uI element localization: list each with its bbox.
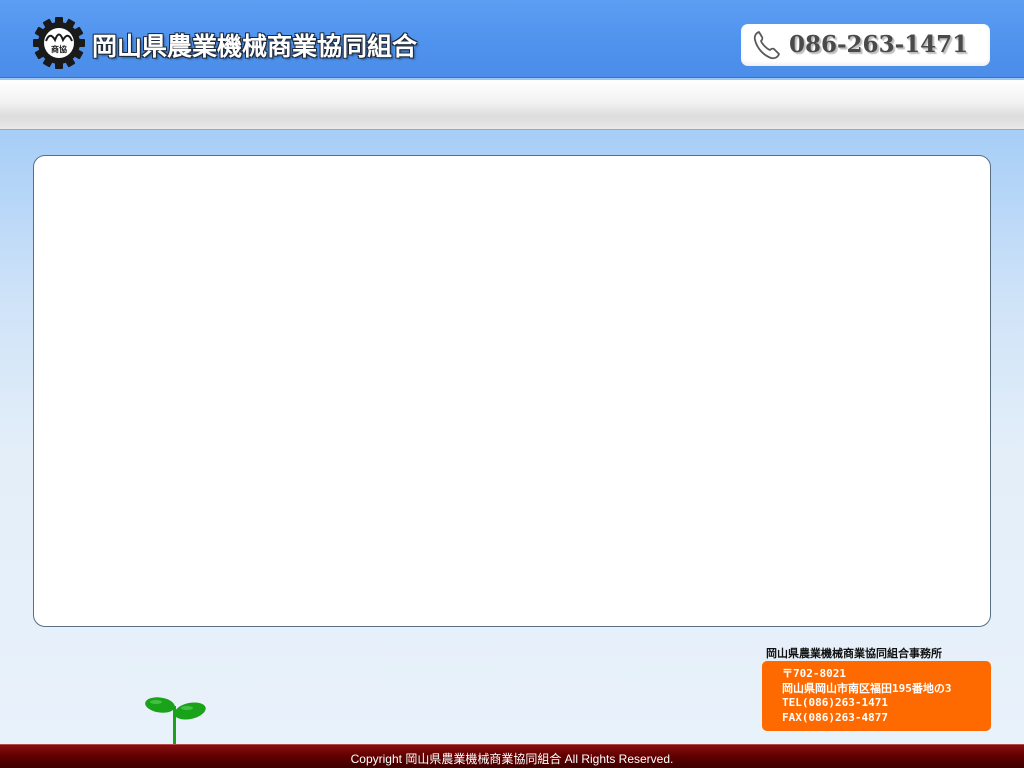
gear-association-logo-icon[interactable]: 商協 <box>33 17 85 69</box>
postal-code: 〒702-8021 <box>782 667 846 680</box>
main-content-panel <box>33 155 991 627</box>
sprout-icon <box>143 692 209 744</box>
site-footer: Copyright 岡山県農業機械商業協同組合 All Rights Reser… <box>0 744 1024 768</box>
office-name: 岡山県農業機械商業協同組合事務所 <box>766 647 942 660</box>
site-title[interactable]: 岡山県農業機械商業協同組合 <box>92 27 417 63</box>
site-header: 商協 岡山県農業機械商業協同組合 086-263-1471 <box>0 0 1024 78</box>
navigation-bar <box>0 79 1024 130</box>
office-tel: TEL(086)263-1471 <box>782 696 888 709</box>
street-address: 岡山県岡山市南区福田195番地の3 <box>782 681 952 695</box>
phone-number[interactable]: 086-263-1471 <box>789 31 968 58</box>
phone-box: 086-263-1471 <box>741 24 990 66</box>
telephone-handset-icon <box>750 29 782 61</box>
office-fax: FAX(086)263-4877 <box>782 710 888 724</box>
address-box: 〒702-8021 岡山県岡山市南区福田195番地の3 TEL(086)263-… <box>762 661 991 731</box>
logo-text: 商協 <box>51 44 67 54</box>
copyright-text: Copyright 岡山県農業機械商業協同組合 All Rights Reser… <box>350 752 674 766</box>
